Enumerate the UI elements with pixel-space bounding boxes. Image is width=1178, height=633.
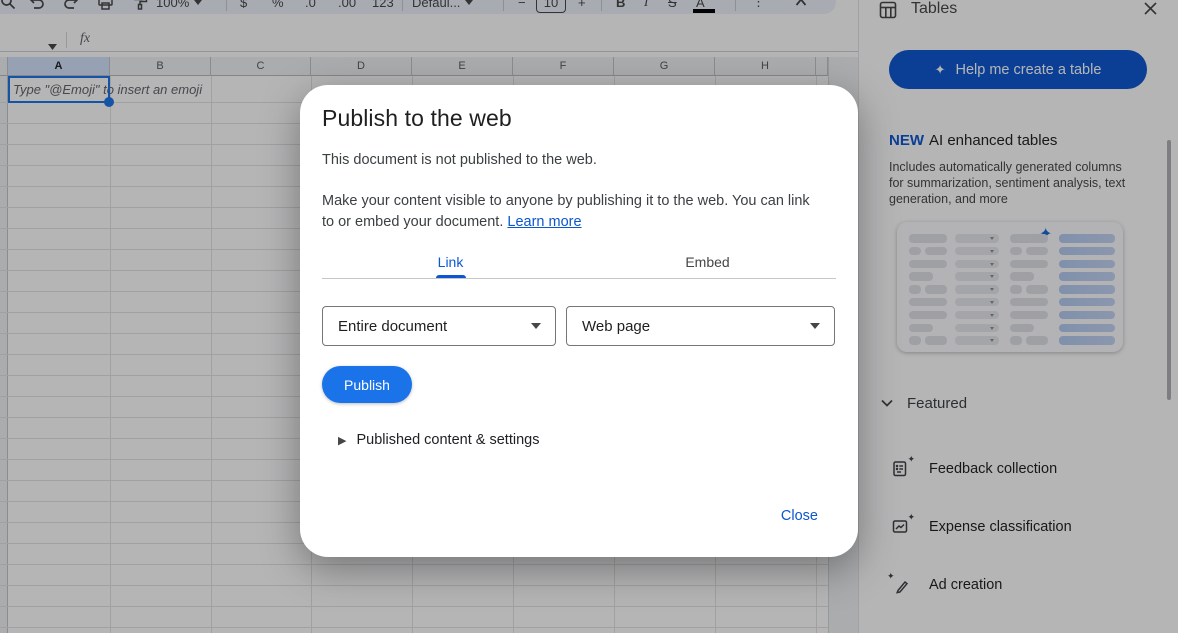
dialog-title: Publish to the web [322, 105, 512, 132]
tab-embed[interactable]: Embed [579, 245, 836, 278]
learn-more-link[interactable]: Learn more [507, 214, 581, 230]
publish-status-text: This document is not published to the we… [322, 152, 597, 168]
publish-format-select[interactable]: Web page [566, 306, 835, 346]
publish-tabs: Link Embed [322, 245, 836, 278]
expander-arrow-icon: ▶ [338, 434, 346, 447]
chevron-down-icon [810, 323, 820, 329]
tab-link[interactable]: Link [322, 245, 579, 278]
close-dialog-button[interactable]: Close [781, 508, 818, 524]
tab-divider [322, 278, 836, 279]
publish-to-web-dialog: Publish to the web This document is not … [300, 85, 858, 557]
publish-button[interactable]: Publish [322, 366, 412, 403]
chevron-down-icon [531, 323, 541, 329]
publish-content-select[interactable]: Entire document [322, 306, 556, 346]
published-content-settings-expander[interactable]: ▶ Published content & settings [338, 432, 539, 448]
publish-description: Make your content visible to anyone by p… [322, 191, 824, 233]
